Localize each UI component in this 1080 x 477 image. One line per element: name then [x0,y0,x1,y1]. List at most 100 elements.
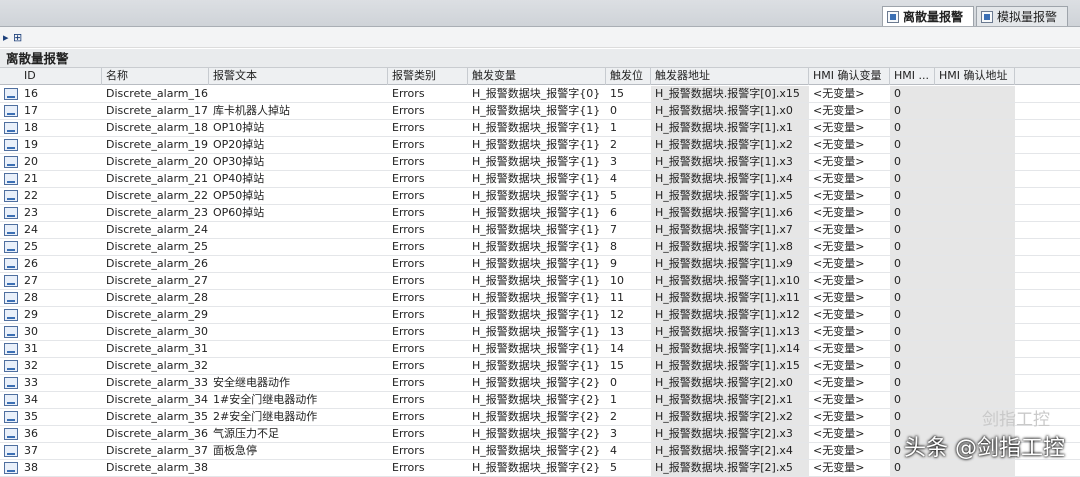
cell-hmi-ack-tag[interactable]: <无变量> [809,273,890,289]
table-row[interactable]: 23Discrete_alarm_23OP60掉站ErrorsH_报警数据块_报… [0,205,1080,222]
cell-trigger-bit[interactable]: 11 [606,290,651,306]
table-row[interactable]: 30Discrete_alarm_30ErrorsH_报警数据块_报警字{1}1… [0,324,1080,341]
cell-alarm-text[interactable]: OP60掉站 [209,205,388,221]
cell-hmi-ack-tag[interactable]: <无变量> [809,426,890,442]
table-row[interactable]: 20Discrete_alarm_20OP30掉站ErrorsH_报警数据块_报… [0,154,1080,171]
cell-alarm-class[interactable]: Errors [388,137,468,153]
column-header-name[interactable]: 名称 [102,68,209,85]
cell-trigger-address[interactable]: H_报警数据块.报警字[2].x0 [651,375,809,391]
cell-alarm-text[interactable] [209,256,388,272]
cell-hmi-ack-address[interactable] [935,375,1015,391]
table-row[interactable]: 32Discrete_alarm_32ErrorsH_报警数据块_报警字{1}1… [0,358,1080,375]
cell-trigger-address[interactable]: H_报警数据块.报警字[1].x2 [651,137,809,153]
cell-trigger-tag[interactable]: H_报警数据块_报警字{2} [468,392,606,408]
cell-trigger-address[interactable]: H_报警数据块.报警字[1].x13 [651,324,809,340]
cell-alarm-text[interactable] [209,222,388,238]
cell-name[interactable]: Discrete_alarm_32 [102,358,209,374]
cell-id[interactable]: 31 [20,341,102,357]
cell-name[interactable]: Discrete_alarm_16 [102,86,209,102]
cell-trigger-bit[interactable]: 8 [606,239,651,255]
cell-hmi-ack-bit[interactable]: 0 [890,188,935,204]
cell-trigger-address[interactable]: H_报警数据块.报警字[1].x9 [651,256,809,272]
cell-trigger-tag[interactable]: H_报警数据块_报警字{1} [468,290,606,306]
cell-hmi-ack-tag[interactable]: <无变量> [809,443,890,459]
cell-trigger-address[interactable]: H_报警数据块.报警字[2].x4 [651,443,809,459]
cell-trigger-address[interactable]: H_报警数据块.报警字[0].x15 [651,86,809,102]
cell-trigger-tag[interactable]: H_报警数据块_报警字{1} [468,358,606,374]
cell-trigger-tag[interactable]: H_报警数据块_报警字{1} [468,205,606,221]
cell-name[interactable]: Discrete_alarm_18 [102,120,209,136]
cell-id[interactable]: 36 [20,426,102,442]
cell-hmi-ack-tag[interactable]: <无变量> [809,222,890,238]
cell-name[interactable]: Discrete_alarm_17 [102,103,209,119]
cell-trigger-tag[interactable]: H_报警数据块_报警字{0} [468,86,606,102]
cell-alarm-text[interactable]: OP20掉站 [209,137,388,153]
cell-trigger-address[interactable]: H_报警数据块.报警字[1].x15 [651,358,809,374]
cell-trigger-address[interactable]: H_报警数据块.报警字[1].x14 [651,341,809,357]
table-row[interactable]: 19Discrete_alarm_19OP20掉站ErrorsH_报警数据块_报… [0,137,1080,154]
cell-trigger-tag[interactable]: H_报警数据块_报警字{1} [468,273,606,289]
cell-hmi-ack-tag[interactable]: <无变量> [809,324,890,340]
cell-hmi-ack-address[interactable] [935,256,1015,272]
cell-alarm-class[interactable]: Errors [388,103,468,119]
cell-hmi-ack-bit[interactable]: 0 [890,273,935,289]
cell-hmi-ack-bit[interactable]: 0 [890,120,935,136]
cell-id[interactable]: 23 [20,205,102,221]
cell-id[interactable]: 22 [20,188,102,204]
cell-hmi-ack-address[interactable] [935,120,1015,136]
cell-trigger-tag[interactable]: H_报警数据块_报警字{1} [468,188,606,204]
cell-trigger-tag[interactable]: H_报警数据块_报警字{1} [468,154,606,170]
cell-alarm-class[interactable]: Errors [388,86,468,102]
cell-trigger-bit[interactable]: 13 [606,324,651,340]
cell-trigger-bit[interactable]: 7 [606,222,651,238]
cell-trigger-address[interactable]: H_报警数据块.报警字[1].x10 [651,273,809,289]
cell-name[interactable]: Discrete_alarm_26 [102,256,209,272]
table-row[interactable]: 38Discrete_alarm_38ErrorsH_报警数据块_报警字{2}5… [0,460,1080,477]
cell-id[interactable]: 27 [20,273,102,289]
cell-trigger-address[interactable]: H_报警数据块.报警字[2].x5 [651,460,809,476]
cell-alarm-class[interactable]: Errors [388,341,468,357]
cell-alarm-text[interactable] [209,358,388,374]
column-header-trigger-bit[interactable]: 触发位 [606,68,651,85]
cell-alarm-class[interactable]: Errors [388,460,468,476]
cell-hmi-ack-bit[interactable]: 0 [890,205,935,221]
cell-id[interactable]: 38 [20,460,102,476]
cell-hmi-ack-tag[interactable]: <无变量> [809,188,890,204]
cell-hmi-ack-bit[interactable]: 0 [890,154,935,170]
cell-id[interactable]: 21 [20,171,102,187]
cell-alarm-text[interactable] [209,341,388,357]
cell-id[interactable]: 35 [20,409,102,425]
cell-trigger-bit[interactable]: 2 [606,409,651,425]
cell-hmi-ack-address[interactable] [935,273,1015,289]
cell-trigger-bit[interactable]: 10 [606,273,651,289]
cell-id[interactable]: 33 [20,375,102,391]
cell-trigger-address[interactable]: H_报警数据块.报警字[1].x7 [651,222,809,238]
cell-trigger-tag[interactable]: H_报警数据块_报警字{1} [468,256,606,272]
cell-id[interactable]: 28 [20,290,102,306]
cell-alarm-text[interactable] [209,273,388,289]
cell-name[interactable]: Discrete_alarm_37 [102,443,209,459]
cell-alarm-text[interactable] [209,324,388,340]
cell-trigger-bit[interactable]: 5 [606,460,651,476]
tab-discrete-alarms[interactable]: 离散量报警 [882,6,974,26]
cell-hmi-ack-tag[interactable]: <无变量> [809,239,890,255]
expand-icon[interactable]: ▸ [3,30,9,45]
table-row[interactable]: 22Discrete_alarm_22OP50掉站ErrorsH_报警数据块_报… [0,188,1080,205]
cell-hmi-ack-bit[interactable]: 0 [890,409,935,425]
table-row[interactable]: 16Discrete_alarm_16ErrorsH_报警数据块_报警字{0}1… [0,86,1080,103]
cell-trigger-bit[interactable]: 0 [606,375,651,391]
cell-alarm-text[interactable]: OP50掉站 [209,188,388,204]
cell-id[interactable]: 16 [20,86,102,102]
cell-hmi-ack-bit[interactable]: 0 [890,341,935,357]
cell-alarm-text[interactable]: 2#安全门继电器动作 [209,409,388,425]
cell-hmi-ack-tag[interactable]: <无变量> [809,290,890,306]
cell-hmi-ack-address[interactable] [935,86,1015,102]
cell-hmi-ack-tag[interactable]: <无变量> [809,358,890,374]
cell-hmi-ack-bit[interactable]: 0 [890,358,935,374]
cell-hmi-ack-bit[interactable]: 0 [890,137,935,153]
cell-name[interactable]: Discrete_alarm_31 [102,341,209,357]
cell-alarm-text[interactable] [209,460,388,476]
cell-hmi-ack-tag[interactable]: <无变量> [809,120,890,136]
cell-hmi-ack-address[interactable] [935,222,1015,238]
cell-alarm-class[interactable]: Errors [388,205,468,221]
